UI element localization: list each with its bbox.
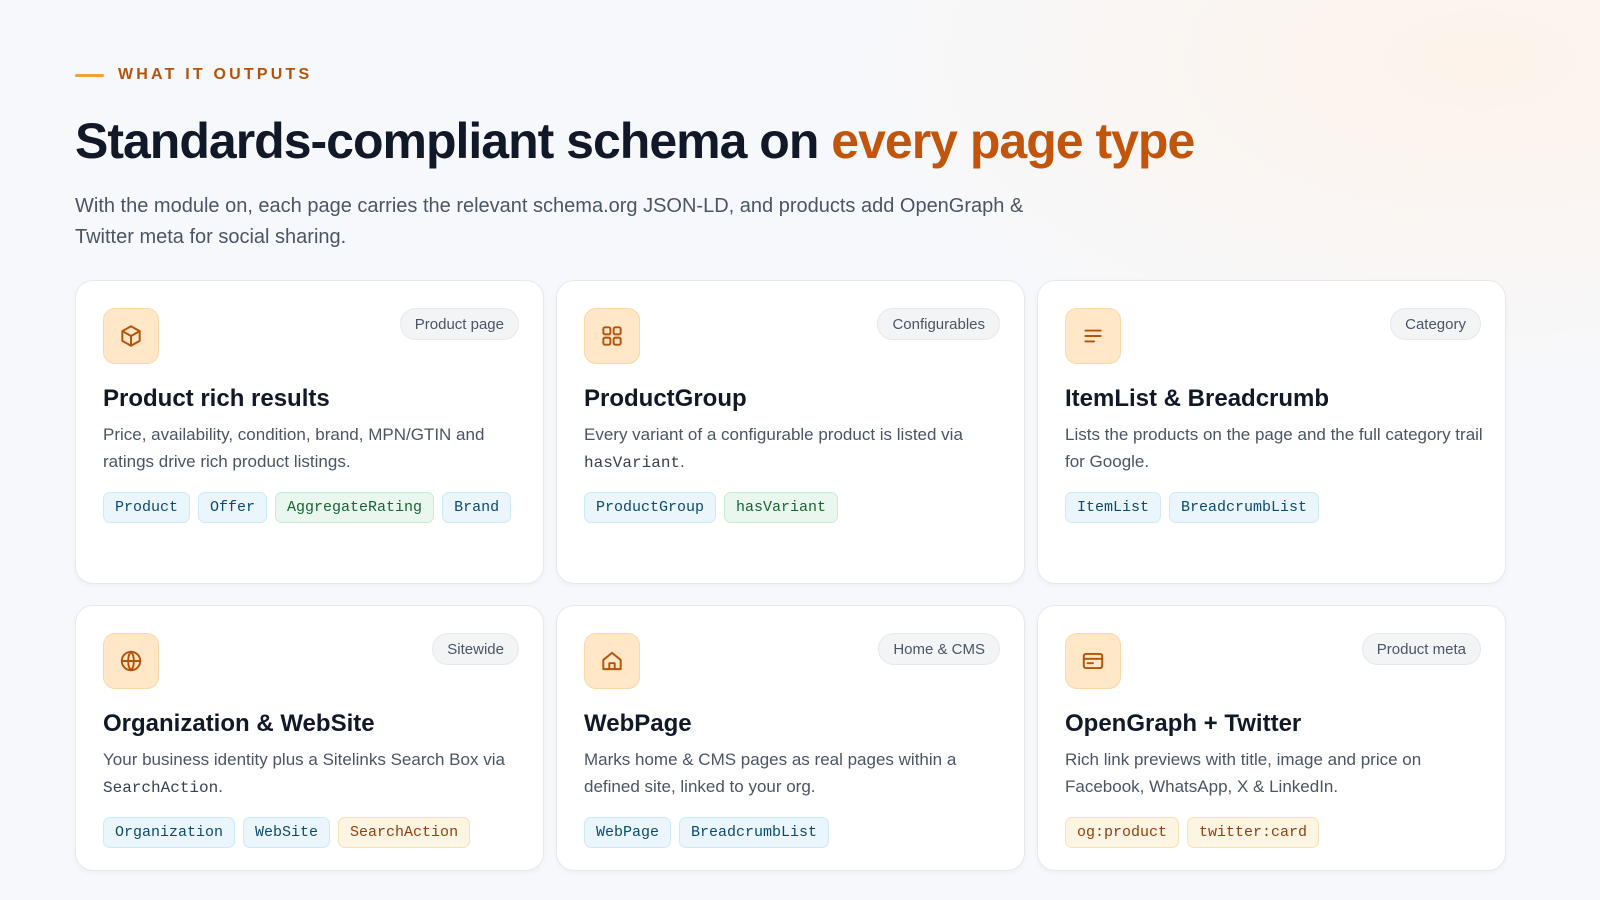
tag-list: ProductGroup hasVariant [584, 492, 1004, 523]
schema-tag: WebPage [584, 817, 672, 848]
card-opengraph-twitter: Product meta OpenGraph + Twitter Rich li… [1037, 605, 1506, 871]
tag-list: WebPage BreadcrumbList [584, 817, 1004, 848]
schema-tag: Organization [103, 817, 236, 848]
description-text: . [218, 777, 223, 796]
card-webpage: Home & CMS WebPage Marks home & CMS page… [556, 605, 1025, 871]
card-description: Every variant of a configurable product … [584, 421, 1004, 477]
schema-tag: Brand [442, 492, 512, 523]
globe-icon [103, 633, 159, 689]
card-title: ProductGroup [584, 385, 747, 412]
eyebrow-line [75, 73, 104, 77]
description-text: Your business identity plus a Sitelinks … [103, 750, 505, 769]
eyebrow-text: WHAT IT OUTPUTS [118, 66, 313, 83]
card-description: Lists the products on the page and the f… [1065, 425, 1483, 471]
card-organization-website: Sitewide Organization & WebSite Your bus… [75, 605, 544, 871]
card-title: ItemList & Breadcrumb [1065, 385, 1330, 412]
schema-tag: BreadcrumbList [679, 817, 830, 848]
card-itemlist-breadcrumb: Category ItemList & Breadcrumb Lists the… [1037, 280, 1506, 584]
schema-tag: Offer [198, 492, 268, 523]
schema-tag: hasVariant [724, 492, 839, 523]
description-text: Every variant of a configurable product … [584, 425, 963, 444]
description-text: . [680, 452, 685, 471]
card-description: Price, availability, condition, brand, M… [103, 425, 485, 471]
tag-list: Organization WebSite SearchAction [103, 817, 523, 848]
page-title-accent: every page type [831, 113, 1195, 169]
schema-tag: Product [103, 492, 191, 523]
inline-code: hasVariant [584, 454, 681, 472]
card-description: Your business identity plus a Sitelinks … [103, 746, 523, 802]
grid-icon [584, 308, 640, 364]
card-title: WebPage [584, 710, 692, 737]
card-badge: Category [1390, 308, 1481, 340]
card-badge: Product meta [1361, 633, 1481, 665]
schema-tag: BreadcrumbList [1169, 492, 1320, 523]
home-icon [584, 633, 640, 689]
inline-code: SearchAction [103, 779, 219, 797]
card-badge: Sitewide [432, 633, 519, 665]
tag-list: og:product twitter:card [1065, 817, 1485, 848]
list-lines-icon [1065, 308, 1121, 364]
card-product-rich-results: Product page Product rich results Price,… [75, 280, 544, 584]
card-icon [1065, 633, 1121, 689]
tag-list: Product Offer AggregateRating Brand [103, 492, 523, 523]
eyebrow: WHAT IT OUTPUTS [75, 66, 312, 84]
page-title: Standards-compliant schema on every page… [75, 112, 1195, 170]
card-badge: Configurables [877, 308, 1000, 340]
page-title-main: Standards-compliant schema on [75, 113, 832, 169]
card-description: Rich link previews with title, image and… [1065, 750, 1422, 796]
cube-icon [103, 308, 159, 364]
tag-list: ItemList BreadcrumbList [1065, 492, 1485, 523]
card-badge: Home & CMS [878, 633, 1000, 665]
schema-tag: ItemList [1065, 492, 1162, 523]
card-title: Product rich results [103, 385, 330, 412]
card-description: Marks home & CMS pages as real pages wit… [584, 750, 957, 796]
card-productgroup: Configurables ProductGroup Every variant… [556, 280, 1025, 584]
schema-tag: AggregateRating [275, 492, 435, 523]
card-badge: Product page [399, 308, 519, 340]
schema-tag: WebSite [243, 817, 331, 848]
schema-tag: SearchAction [338, 817, 471, 848]
card-title: OpenGraph + Twitter [1065, 710, 1302, 737]
schema-tag: ProductGroup [584, 492, 717, 523]
section-description: With the module on, each page carries th… [75, 195, 1024, 248]
schema-tag: twitter:card [1187, 817, 1320, 848]
schema-tag: og:product [1065, 817, 1180, 848]
card-title: Organization & WebSite [103, 710, 375, 737]
